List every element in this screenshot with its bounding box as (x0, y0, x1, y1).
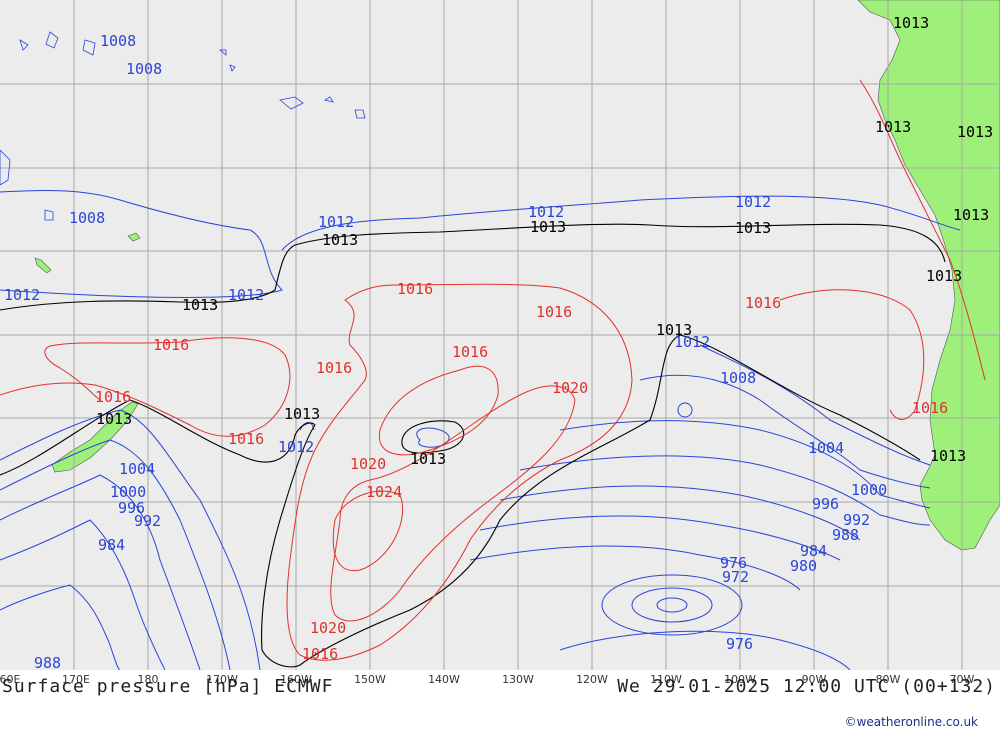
isobar-label: 984 (98, 536, 125, 554)
isobar-label: 1008 (100, 32, 136, 50)
isobar-label: 1013 (530, 218, 566, 236)
isobar-label: 1016 (912, 399, 948, 417)
isobar-label: 1013 (284, 405, 320, 423)
isobar-label: 1008 (69, 209, 105, 227)
isobar-label: 988 (34, 654, 61, 670)
isobar-label: 996 (812, 495, 839, 513)
isobar-label: 1016 (302, 645, 338, 663)
isobar-label: 1013 (893, 14, 929, 32)
pressure-map: 1008 1008 1008 1012 1012 1012 1012 1012 … (0, 0, 1000, 670)
isobar-label: 1013 (656, 321, 692, 339)
isobar-label: 1008 (720, 369, 756, 387)
isobar-label: 1013 (926, 267, 962, 285)
isobar-label: 1013 (953, 206, 989, 224)
lon-label: 150W (354, 673, 386, 686)
isobar-label: 1016 (452, 343, 488, 361)
isobar-label: 1013 (96, 410, 132, 428)
isobar-label: 1016 (536, 303, 572, 321)
isobar-label: 1012 (278, 438, 314, 456)
isobar-label: 1013 (182, 296, 218, 314)
isobar-label: 1020 (310, 619, 346, 637)
isobar-label: 1016 (745, 294, 781, 312)
isobar-label: 1013 (875, 118, 911, 136)
isobar-label: 1020 (552, 379, 588, 397)
isobar-label: 1016 (316, 359, 352, 377)
isobar-label: 1016 (153, 336, 189, 354)
isobar-label: 1012 (318, 213, 354, 231)
isobar-label: 1016 (397, 280, 433, 298)
isobar-label: 1012 (735, 193, 771, 211)
lon-label: 130W (502, 673, 534, 686)
isobar-label: 1024 (366, 483, 402, 501)
isobar-label: 1016 (95, 388, 131, 406)
isobar-label: 1012 (4, 286, 40, 304)
isobar-label: 1020 (350, 455, 386, 473)
lon-label: 120W (576, 673, 608, 686)
isobar-label: 1013 (957, 123, 993, 141)
isobar-label: 1012 (228, 286, 264, 304)
isobar-label: 980 (790, 557, 817, 575)
valid-time: We 29-01-2025 12:00 UTC (00+132) (617, 676, 996, 697)
isobar-label: 1004 (808, 439, 844, 457)
isobar-label: 1000 (851, 481, 887, 499)
isobar-label: 1013 (930, 447, 966, 465)
lon-label: 140W (428, 673, 460, 686)
isobar-label: 976 (726, 635, 753, 653)
isobar-label: 972 (722, 568, 749, 586)
isobar-label: 1008 (126, 60, 162, 78)
isobar-label: 992 (134, 512, 161, 530)
isobar-label: 1013 (735, 219, 771, 237)
map-title: Surface pressure [hPa] ECMWF (2, 676, 334, 697)
isobar-label: 1004 (119, 460, 155, 478)
isobar-label: 1016 (228, 430, 264, 448)
isobar-label: 988 (832, 526, 859, 544)
credit-link[interactable]: ©weatheronline.co.uk (845, 715, 978, 729)
isobar-label: 1013 (322, 231, 358, 249)
isobar-label: 1013 (410, 450, 446, 468)
